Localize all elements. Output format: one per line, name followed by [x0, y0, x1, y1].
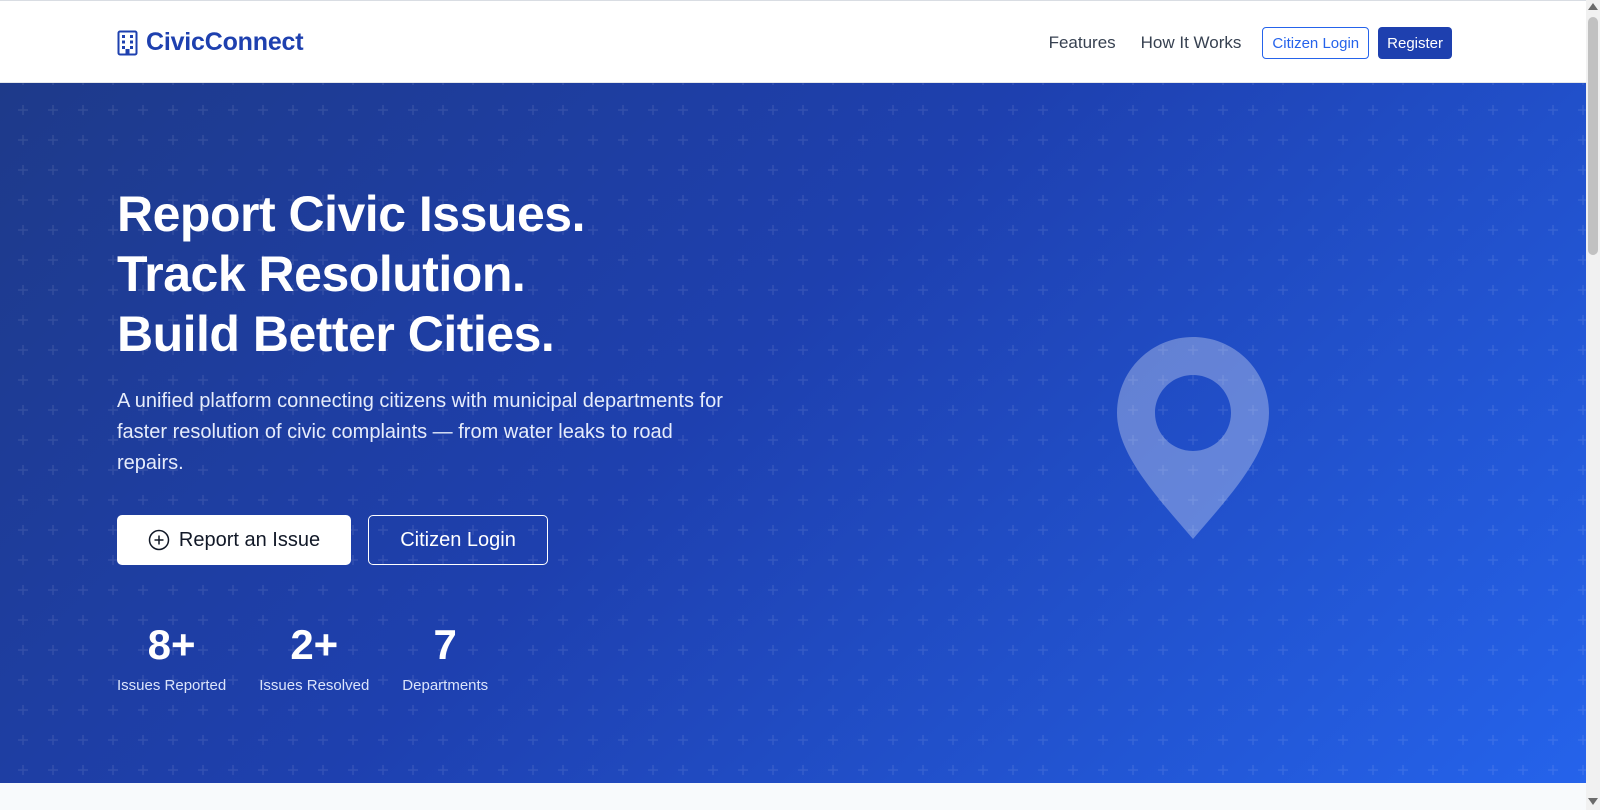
page-scrollbar[interactable]: [1586, 0, 1600, 810]
hero-section: Report Civic Issues. Track Resolution. B…: [0, 83, 1586, 783]
brand-logo[interactable]: CivicConnect: [117, 28, 304, 57]
map-pin-icon: [1117, 337, 1269, 539]
stat-label: Departments: [402, 677, 489, 694]
navbar: CivicConnect Features How It Works Citiz…: [0, 0, 1586, 83]
building-icon: [117, 30, 138, 55]
hero-title-line: Report Civic Issues.: [117, 186, 585, 242]
stat-issues-reported: 8+ Issues Reported: [117, 621, 226, 694]
report-issue-label: Report an Issue: [178, 528, 321, 551]
stats-row: 8+ Issues Reported 2+ Issues Resolved 7 …: [117, 621, 488, 694]
hero-title: Report Civic Issues. Track Resolution. B…: [117, 184, 585, 364]
hero-citizen-login-button[interactable]: Citizen Login: [368, 515, 548, 565]
scroll-down-arrow-icon[interactable]: [1588, 798, 1598, 805]
next-section-edge: [0, 783, 1586, 810]
register-button[interactable]: Register: [1378, 27, 1452, 59]
hero-description: A unified platform connecting citizens w…: [117, 390, 723, 474]
stat-label: Issues Resolved: [259, 677, 370, 694]
brand-name: CivicConnect: [146, 28, 304, 56]
stat-departments: 7 Departments: [402, 621, 488, 694]
nav-link-how-it-works[interactable]: How It Works: [1141, 33, 1242, 53]
stat-value: 8+: [147, 621, 196, 668]
hero-title-line: Build Better Cities.: [117, 306, 555, 362]
nav-links: Features How It Works Citizen Login Regi…: [1049, 27, 1452, 59]
stat-value: 7: [433, 621, 457, 668]
stat-value: 2+: [290, 621, 339, 668]
stat-label: Issues Reported: [117, 677, 227, 694]
stat-issues-resolved: 2+ Issues Resolved: [259, 621, 369, 694]
scroll-thumb[interactable]: [1588, 17, 1598, 255]
scroll-up-arrow-icon[interactable]: [1588, 3, 1598, 10]
report-issue-button[interactable]: Report an Issue: [117, 515, 351, 565]
hero-title-line: Track Resolution.: [117, 246, 526, 302]
nav-link-features[interactable]: Features: [1049, 33, 1116, 53]
plus-circle-icon: [148, 529, 170, 551]
citizen-login-button[interactable]: Citizen Login: [1262, 27, 1370, 59]
